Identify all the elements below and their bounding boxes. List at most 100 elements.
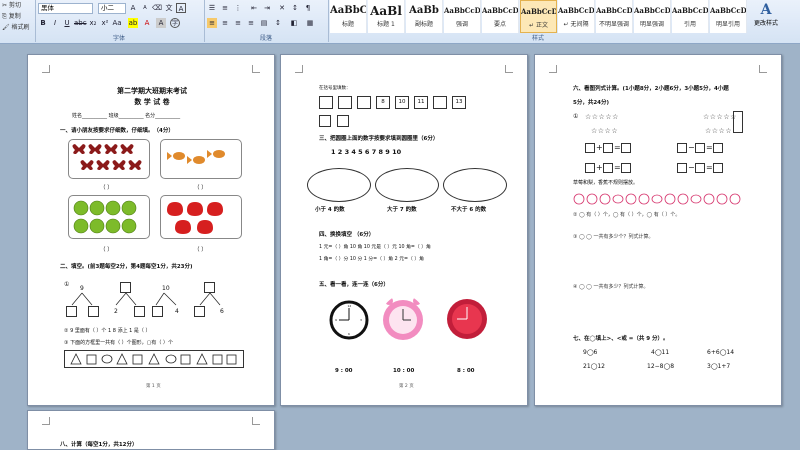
font-name-select[interactable]: 黑体 <box>38 3 93 14</box>
change-styles-button[interactable]: A 更改样式 <box>748 0 784 33</box>
ellipse-not-greater-than-6[interactable] <box>443 168 507 202</box>
italic-icon[interactable]: I <box>50 18 60 28</box>
tree-leaf-box[interactable] <box>152 306 163 317</box>
borders-icon[interactable]: ▦ <box>305 18 315 28</box>
superscript-icon[interactable]: x² <box>100 18 110 28</box>
number-box[interactable] <box>433 96 447 109</box>
style-tile[interactable]: AaBbCcD 明显强调 <box>634 0 671 33</box>
style-tile[interactable]: AaBbCcD ↵ 无间隔 <box>558 0 595 33</box>
style-tile[interactable]: AaBbCcD ↵ 正文 <box>520 0 557 33</box>
compare-item[interactable]: 9◯6 <box>583 349 597 357</box>
style-tile[interactable]: AaBbCcD 强调 <box>444 0 481 33</box>
compare-item[interactable]: 4◯11 <box>651 349 669 357</box>
shrink-font-icon[interactable]: A <box>140 3 150 13</box>
compare-item[interactable]: 12−8◯8 <box>647 363 674 371</box>
format-painter-button[interactable]: 🖌 格式刷 <box>0 22 34 33</box>
compare-item[interactable]: 3◯1+7 <box>707 363 730 371</box>
ellipse-less-than-4[interactable] <box>307 168 371 202</box>
blank-number-box[interactable] <box>319 115 331 127</box>
number-box[interactable]: 13 <box>452 96 466 109</box>
highlight-icon[interactable]: ab <box>128 18 138 28</box>
show-marks-icon[interactable]: ¶ <box>303 3 313 13</box>
tree-leaf-box[interactable] <box>134 306 145 317</box>
justify-icon[interactable]: ≡ <box>246 18 256 28</box>
enclose-char-icon[interactable]: 字 <box>170 18 180 28</box>
char-shading-icon[interactable]: A <box>156 18 166 28</box>
number-box[interactable] <box>357 96 371 109</box>
equation-box[interactable] <box>677 163 687 173</box>
equation-box[interactable] <box>585 163 595 173</box>
number-box[interactable] <box>338 96 352 109</box>
style-sample: AaBbCcD <box>710 6 746 15</box>
style-sample: AaBbCcD <box>596 6 632 15</box>
number-box[interactable]: 8 <box>376 96 390 109</box>
page-1[interactable]: 第二学期大班期末考试 数 学 试 卷 姓名__________ 班级______… <box>27 54 275 406</box>
compare-item[interactable]: 21◯12 <box>583 363 605 371</box>
copy-button[interactable]: ⎘ 复制 <box>0 11 34 22</box>
cut-button[interactable]: ✂ 剪切 <box>0 0 34 11</box>
multilevel-list-icon[interactable]: ⋮ <box>233 3 243 13</box>
number-box[interactable]: 10 <box>395 96 409 109</box>
chinese-layout-icon[interactable]: ✕ <box>277 3 287 13</box>
number-box[interactable] <box>319 96 333 109</box>
grow-font-icon[interactable]: A <box>128 3 138 13</box>
tree-leaf-box[interactable] <box>88 306 99 317</box>
decrease-indent-icon[interactable]: ⇤ <box>249 3 259 13</box>
style-tile[interactable]: AaBbCcD 要点 <box>482 0 519 33</box>
style-name: ↵ 正文 <box>529 22 548 29</box>
subscript-icon[interactable]: x₂ <box>88 18 98 28</box>
question-5-heading: 五、看一看，连一连（6分） <box>319 282 389 288</box>
bold-icon[interactable]: B <box>38 18 48 28</box>
style-tile[interactable]: AaBbC 标题 <box>330 0 367 33</box>
equation-box[interactable] <box>621 143 631 153</box>
align-center-icon[interactable]: ≡ <box>220 18 230 28</box>
style-tile[interactable]: AaBbCcD 不明显强调 <box>596 0 633 33</box>
shading-icon[interactable]: ◧ <box>289 18 299 28</box>
q2-item-3: ③ 下面的方框里一共有（ ）个图形，▢有（ ）个 <box>64 340 173 346</box>
equation-box[interactable] <box>585 143 595 153</box>
q6-item-1-marker: ① <box>573 113 579 120</box>
equation-box[interactable] <box>695 143 705 153</box>
increase-indent-icon[interactable]: ⇥ <box>262 3 272 13</box>
compare-item[interactable]: 6+6◯14 <box>707 349 734 357</box>
underline-icon[interactable]: U <box>62 18 72 28</box>
blank-number-box[interactable] <box>337 115 349 127</box>
equation-box[interactable] <box>603 163 613 173</box>
line-spacing-icon[interactable]: ↕ <box>273 18 283 28</box>
font-size-select[interactable]: 小二 <box>98 3 126 14</box>
sort-icon[interactable]: ↕ <box>290 3 300 13</box>
page-2[interactable]: 在括号里填数： 8 10 11 13 三、把圆圈上面的数字按要求填到圆圈里（6分） 1… <box>280 54 528 406</box>
char-border-icon[interactable]: A <box>176 3 186 13</box>
tree-leaf-box[interactable] <box>194 306 205 317</box>
clear-format-icon[interactable]: ⌫ <box>152 3 162 13</box>
style-tile[interactable]: AaBbCcD 引用 <box>672 0 709 33</box>
equation-box[interactable] <box>695 163 705 173</box>
style-tile[interactable]: AaBl 标题 1 <box>368 0 405 33</box>
style-sample: AaBbCcD <box>634 6 670 15</box>
style-tile[interactable]: AaBbCcD 明显引用 <box>710 0 747 33</box>
equation-box[interactable] <box>621 163 631 173</box>
phonetic-icon[interactable]: 文 <box>164 3 174 13</box>
style-tile[interactable]: AaBb 副标题 <box>406 0 443 33</box>
page-4[interactable]: 八、计算（每空1分，共12分） <box>27 410 275 450</box>
equation-box[interactable] <box>603 143 613 153</box>
number-box[interactable]: 11 <box>414 96 428 109</box>
strikethrough-icon[interactable]: abc <box>74 18 87 28</box>
equation-box[interactable] <box>677 143 687 153</box>
svg-text:6: 6 <box>348 332 350 336</box>
tree-leaf-box[interactable] <box>66 306 77 317</box>
align-left-icon[interactable]: ≡ <box>207 18 217 28</box>
numbering-icon[interactable]: ≡ <box>220 3 230 13</box>
page-3[interactable]: 六、看图列式计算。(1小题8分，2小题6分，3小题5分，4小题 5分，共24分)… <box>534 54 782 406</box>
butterflies-image <box>68 139 150 179</box>
font-color-icon[interactable]: A <box>142 18 152 28</box>
page-number: 第 1 页 <box>146 384 161 389</box>
equation-box[interactable] <box>713 143 723 153</box>
ellipse-greater-than-7[interactable] <box>375 168 439 202</box>
align-right-icon[interactable]: ≡ <box>233 18 243 28</box>
equation-box[interactable] <box>713 163 723 173</box>
change-case-icon[interactable]: Aa <box>112 18 122 28</box>
bullets-icon[interactable]: ☰ <box>207 3 217 13</box>
distribute-icon[interactable]: ▤ <box>259 18 269 28</box>
fill-numbers-label: 在括号里填数： <box>319 86 351 91</box>
